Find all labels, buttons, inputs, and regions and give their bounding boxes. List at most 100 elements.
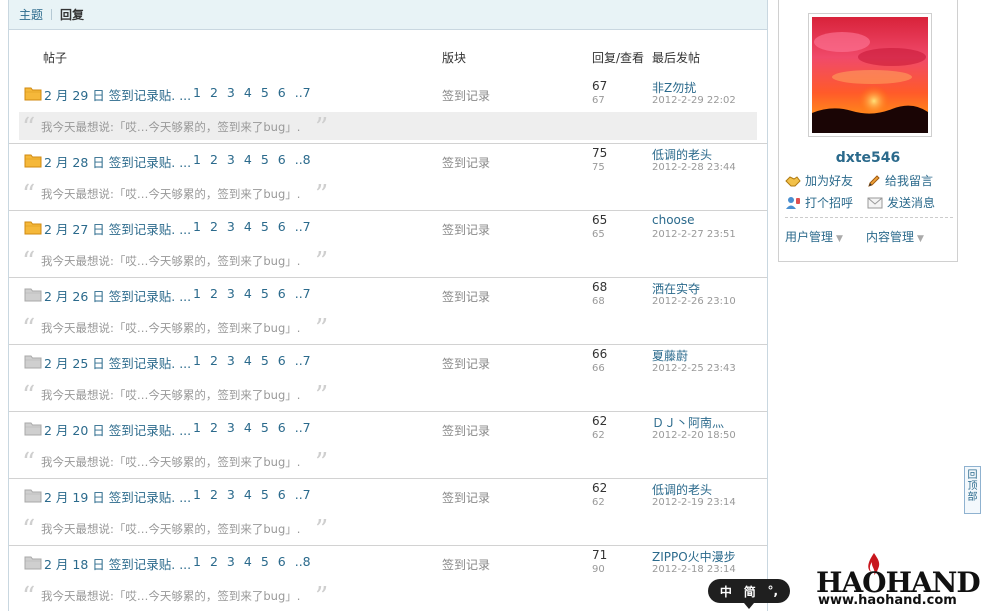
last-poster[interactable]: 夏藤蔚 (652, 347, 688, 364)
quote-text[interactable]: 我今天最想说:「哎…今天够累的，签到来了bug」. (41, 253, 300, 269)
ime-toolbar[interactable]: 中 简 °, (708, 579, 790, 603)
page-link[interactable]: 6 (278, 219, 286, 234)
greet-button[interactable]: 打个招呼 (785, 194, 853, 211)
page-link[interactable]: 5 (261, 353, 269, 368)
page-link[interactable]: 3 (227, 85, 235, 100)
page-link[interactable]: 5 (261, 152, 269, 167)
page-link[interactable]: 2 (210, 554, 218, 569)
page-link[interactable]: ..8 (295, 554, 311, 569)
page-link[interactable]: 5 (261, 85, 269, 100)
page-link[interactable]: 1 (193, 487, 201, 502)
page-link[interactable]: 5 (261, 487, 269, 502)
thread-forum[interactable]: 签到记录 (442, 87, 490, 104)
quote-text[interactable]: 我今天最想说:「哎…今天够累的，签到来了bug」. (41, 588, 300, 604)
page-link[interactable]: 6 (278, 353, 286, 368)
last-poster[interactable]: 低调的老头 (652, 146, 712, 163)
avatar[interactable] (808, 13, 932, 137)
page-link[interactable]: 4 (244, 219, 252, 234)
page-link[interactable]: 5 (261, 420, 269, 435)
table-row[interactable]: 2 月 20 日 签到记录贴. ... 1 2 3 4 5 6 ..7 签到记录 62 62 ＤＪ丶阿… (9, 412, 767, 479)
tab-topic[interactable]: 主题 (19, 6, 43, 23)
content-manage-menu[interactable]: 内容管理 ▼ (866, 228, 924, 245)
thread-title[interactable]: 2 月 29 日 签到记录贴. ... (44, 85, 191, 104)
page-link[interactable]: 2 (210, 286, 218, 301)
page-link[interactable]: 3 (227, 353, 235, 368)
ime-mode[interactable]: 中 (720, 583, 732, 600)
last-poster[interactable]: 洒在实夺 (652, 280, 700, 297)
quote-text[interactable]: 我今天最想说:「哎…今天够累的，签到来了bug」. (41, 521, 300, 537)
page-link[interactable]: 6 (278, 420, 286, 435)
page-link[interactable]: 1 (193, 219, 201, 234)
quote-text[interactable]: 我今天最想说:「哎…今天够累的，签到来了bug」. (41, 387, 300, 403)
page-link[interactable]: 1 (193, 85, 201, 100)
page-link[interactable]: ..8 (295, 152, 311, 167)
thread-title[interactable]: 2 月 19 日 签到记录贴. ... (44, 487, 191, 506)
table-row[interactable]: 2 月 28 日 签到记录贴. ... 1 2 3 4 5 6 ..8 签到记录 75 75 低调的老… (9, 144, 767, 211)
last-poster[interactable]: ZIPPO火中漫步 (652, 548, 736, 565)
thread-forum[interactable]: 签到记录 (442, 355, 490, 372)
thread-forum[interactable]: 签到记录 (442, 556, 490, 573)
thread-forum[interactable]: 签到记录 (442, 422, 490, 439)
page-link[interactable]: 1 (193, 554, 201, 569)
thread-forum[interactable]: 签到记录 (442, 221, 490, 238)
page-link[interactable]: 5 (261, 219, 269, 234)
page-link[interactable]: 1 (193, 420, 201, 435)
user-manage-menu[interactable]: 用户管理 ▼ (785, 228, 843, 245)
page-link[interactable]: 3 (227, 554, 235, 569)
table-row[interactable]: 2 月 26 日 签到记录贴. ... 1 2 3 4 5 6 ..7 签到记录 68 68 洒在实夺… (9, 278, 767, 345)
send-message-button[interactable]: 发送消息 (867, 194, 935, 211)
page-link[interactable]: ..7 (295, 85, 311, 100)
quote-text[interactable]: 我今天最想说:「哎…今天够累的，签到来了bug」. (41, 119, 300, 135)
thread-forum[interactable]: 签到记录 (442, 154, 490, 171)
page-link[interactable]: 1 (193, 286, 201, 301)
page-link[interactable]: 5 (261, 554, 269, 569)
page-link[interactable]: ..7 (295, 286, 311, 301)
thread-title[interactable]: 2 月 26 日 签到记录贴. ... (44, 286, 191, 305)
profile-username[interactable]: dxte546 (779, 150, 957, 166)
page-link[interactable]: 6 (278, 152, 286, 167)
page-link[interactable]: 2 (210, 85, 218, 100)
table-row[interactable]: 2 月 29 日 签到记录贴. ... 1 2 3 4 5 6 ..7 签到记录 67 67 非Z勿扰… (9, 77, 767, 144)
ime-punctuation[interactable]: °, (768, 584, 779, 598)
last-poster[interactable]: 非Z勿扰 (652, 79, 696, 96)
add-friend-button[interactable]: 加为好友 (785, 172, 853, 189)
page-link[interactable]: ..7 (295, 353, 311, 368)
tab-reply[interactable]: 回复 (60, 6, 84, 23)
page-link[interactable]: ..7 (295, 487, 311, 502)
page-link[interactable]: 4 (244, 487, 252, 502)
leave-message-button[interactable]: 给我留言 (867, 172, 933, 189)
page-link[interactable]: 4 (244, 554, 252, 569)
last-poster[interactable]: choose (652, 213, 695, 227)
page-link[interactable]: 2 (210, 353, 218, 368)
page-link[interactable]: 4 (244, 420, 252, 435)
page-link[interactable]: 4 (244, 353, 252, 368)
page-link[interactable]: 3 (227, 219, 235, 234)
page-link[interactable]: 6 (278, 554, 286, 569)
page-link[interactable]: ..7 (295, 420, 311, 435)
thread-forum[interactable]: 签到记录 (442, 288, 490, 305)
ime-script[interactable]: 简 (744, 583, 756, 600)
thread-title[interactable]: 2 月 27 日 签到记录贴. ... (44, 219, 191, 238)
last-poster[interactable]: ＤＪ丶阿南灬 (652, 414, 724, 431)
page-link[interactable]: 3 (227, 152, 235, 167)
page-link[interactable]: 3 (227, 420, 235, 435)
table-row[interactable]: 2 月 25 日 签到记录贴. ... 1 2 3 4 5 6 ..7 签到记录 66 66 夏藤蔚 2… (9, 345, 767, 412)
page-link[interactable]: 4 (244, 286, 252, 301)
page-link[interactable]: 2 (210, 420, 218, 435)
page-link[interactable]: 4 (244, 152, 252, 167)
page-link[interactable]: 2 (210, 487, 218, 502)
thread-title[interactable]: 2 月 20 日 签到记录贴. ... (44, 420, 191, 439)
back-to-top-button[interactable]: 回顶部 (964, 466, 981, 514)
thread-title[interactable]: 2 月 28 日 签到记录贴. ... (44, 152, 191, 171)
quote-text[interactable]: 我今天最想说:「哎…今天够累的，签到来了bug」. (41, 186, 300, 202)
page-link[interactable]: 6 (278, 85, 286, 100)
table-row[interactable]: 2 月 19 日 签到记录贴. ... 1 2 3 4 5 6 ..7 签到记录 62 62 低调的老… (9, 479, 767, 546)
page-link[interactable]: 2 (210, 152, 218, 167)
table-row[interactable]: 2 月 27 日 签到记录贴. ... 1 2 3 4 5 6 ..7 签到记录 65 65 choo… (9, 211, 767, 278)
quote-text[interactable]: 我今天最想说:「哎…今天够累的，签到来了bug」. (41, 454, 300, 470)
page-link[interactable]: 1 (193, 152, 201, 167)
page-link[interactable]: 5 (261, 286, 269, 301)
page-link[interactable]: 4 (244, 85, 252, 100)
thread-title[interactable]: 2 月 25 日 签到记录贴. ... (44, 353, 191, 372)
last-poster[interactable]: 低调的老头 (652, 481, 712, 498)
